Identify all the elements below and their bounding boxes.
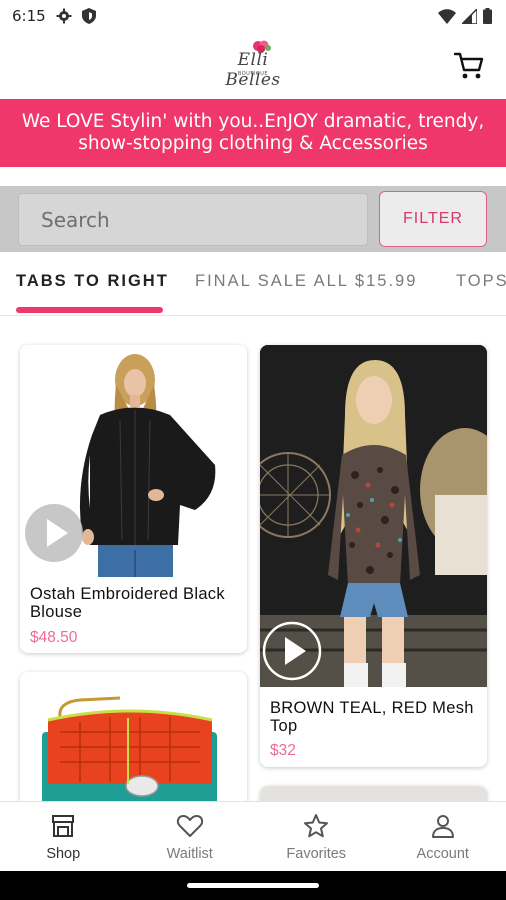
product-title[interactable]: Ostah Embroidered Black Blouse [30, 585, 242, 621]
tab-final-sale[interactable]: FINAL SALE ALL $15.99 [195, 272, 417, 291]
banner-line-2: show-stopping clothing & Accessories [78, 133, 428, 154]
person-icon [431, 815, 454, 838]
status-left: 6:15 [12, 7, 96, 25]
bottom-navigation: Shop Waitlist Favorites Account [0, 801, 506, 871]
logo-text: Elli Belles [225, 50, 281, 90]
search-input[interactable] [18, 193, 368, 246]
nav-shop[interactable]: Shop [0, 802, 127, 871]
nav-favorites[interactable]: Favorites [253, 802, 380, 871]
category-tabs: TABS TO RIGHT FINAL SALE ALL $15.99 TOPS [0, 258, 506, 316]
nav-waitlist-label: Waitlist [166, 846, 213, 862]
product-title-line-2: Blouse [30, 603, 83, 621]
product-card[interactable]: Ostah Embroidered Black Blouse $48.50 [20, 345, 247, 653]
heart-icon [176, 815, 203, 837]
nav-account[interactable]: Account [380, 802, 506, 871]
nav-favorites-label: Favorites [286, 846, 347, 862]
video-play-button[interactable] [24, 503, 84, 563]
tab-tabs-to-right[interactable]: TABS TO RIGHT [16, 272, 169, 291]
product-title-line-1: Ostah Embroidered Black [30, 585, 225, 603]
product-photo-handbag [42, 696, 217, 812]
product-card[interactable]: BROWN TEAL, RED Mesh Top $32 [260, 345, 487, 767]
nav-waitlist[interactable]: Waitlist [127, 802, 254, 871]
product-title[interactable]: BROWN TEAL, RED Mesh Top [270, 699, 482, 735]
product-title-line-2: Top [270, 717, 298, 735]
product-price: $32 [270, 742, 296, 759]
logo-subtext: BOUTIQUE [237, 71, 269, 77]
banner-line-1: We LOVE Stylin' with you..EnJOY dramatic… [21, 111, 485, 132]
nav-shop-label: Shop [46, 846, 81, 862]
product-card[interactable] [20, 672, 247, 812]
promo-banner: We LOVE Stylin' with you..EnJOY dramatic… [0, 99, 506, 167]
status-time: 6:15 [12, 7, 46, 25]
video-play-button[interactable] [262, 621, 322, 681]
status-right [438, 8, 492, 24]
brand-logo[interactable]: Elli Belles BOUTIQUE [214, 40, 292, 90]
nav-account-label: Account [416, 846, 469, 862]
home-gesture-handle[interactable] [187, 883, 319, 888]
tab-tops[interactable]: TOPS [456, 272, 506, 291]
app-header: Elli Belles BOUTIQUE [0, 32, 506, 98]
cart-button[interactable] [452, 48, 486, 82]
gear-icon [56, 8, 72, 24]
shop-icon [52, 815, 75, 837]
product-image[interactable] [20, 672, 247, 812]
search-area: FILTER [0, 186, 506, 252]
star-icon [304, 814, 329, 838]
active-tab-indicator [16, 307, 163, 313]
signal-icon [462, 8, 477, 24]
wifi-icon [438, 8, 456, 24]
status-bar: 6:15 [0, 0, 506, 32]
product-title-line-1: BROWN TEAL, RED Mesh [270, 699, 474, 717]
filter-button[interactable]: FILTER [379, 191, 487, 247]
system-gesture-bar [0, 871, 506, 900]
battery-icon [483, 8, 492, 24]
cart-icon [453, 52, 484, 79]
product-price: $48.50 [30, 629, 78, 646]
shield-icon [81, 8, 96, 24]
